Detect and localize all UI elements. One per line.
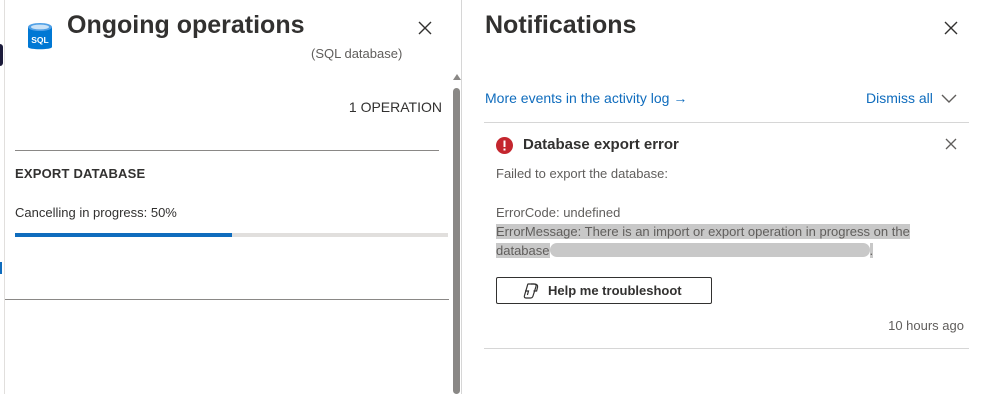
ongoing-operations-title: Ongoing operations	[67, 11, 305, 39]
error-code-text: ErrorCode: undefined	[496, 205, 621, 220]
redacted-text	[549, 243, 870, 257]
scrollbar-thumb[interactable]	[453, 88, 460, 394]
divider	[484, 348, 969, 349]
dismiss-notification-button[interactable]	[943, 136, 959, 152]
operation-progress-bar	[15, 233, 448, 237]
close-ongoing-operations-button[interactable]	[415, 18, 435, 38]
resource-type-subtitle: (SQL database)	[311, 46, 403, 61]
background-fragment	[0, 44, 3, 66]
divider	[15, 150, 439, 151]
ongoing-operations-panel: SQL Ongoing operations (SQL database) 1 …	[4, 0, 462, 394]
svg-text:SQL: SQL	[31, 35, 48, 45]
operation-progress-fill	[15, 233, 232, 237]
dismiss-all-button[interactable]: Dismiss all	[866, 90, 933, 106]
divider	[5, 299, 449, 300]
help-me-troubleshoot-button[interactable]: Help me troubleshoot	[496, 277, 712, 304]
background-link-fragment	[0, 262, 2, 274]
notifications-title: Notifications	[485, 11, 637, 39]
error-message-end: .	[869, 243, 874, 258]
chevron-down-icon[interactable]	[940, 90, 958, 106]
notifications-panel: Notifications More events in the activit…	[463, 0, 990, 394]
divider	[484, 122, 969, 123]
close-icon	[944, 21, 958, 35]
operation-name: EXPORT DATABASE	[15, 166, 146, 181]
panel-divider	[461, 0, 462, 394]
activity-log-link[interactable]: More events in the activity log →	[485, 90, 687, 106]
close-notifications-button[interactable]	[941, 18, 961, 38]
scroll-up-icon[interactable]	[453, 74, 461, 80]
operation-status: Cancelling in progress: 50%	[15, 205, 177, 220]
notification-title: Database export error	[523, 136, 679, 153]
operation-count: 1 OPERATION	[348, 99, 442, 115]
help-me-troubleshoot-label: Help me troubleshoot	[548, 283, 682, 298]
notification-description: Failed to export the database:	[496, 166, 669, 181]
close-icon	[418, 21, 432, 35]
sql-database-icon: SQL	[27, 22, 53, 52]
operations-scrollbar[interactable]	[452, 74, 461, 394]
error-icon	[496, 137, 513, 154]
arrow-right-icon: →	[673, 90, 688, 106]
close-icon	[945, 138, 957, 150]
copilot-icon	[522, 282, 540, 300]
activity-log-link-label: More events in the activity log	[485, 90, 670, 106]
error-message-text: ErrorMessage: There is an import or expo…	[496, 222, 956, 260]
notification-timestamp: 10 hours ago	[888, 318, 964, 333]
